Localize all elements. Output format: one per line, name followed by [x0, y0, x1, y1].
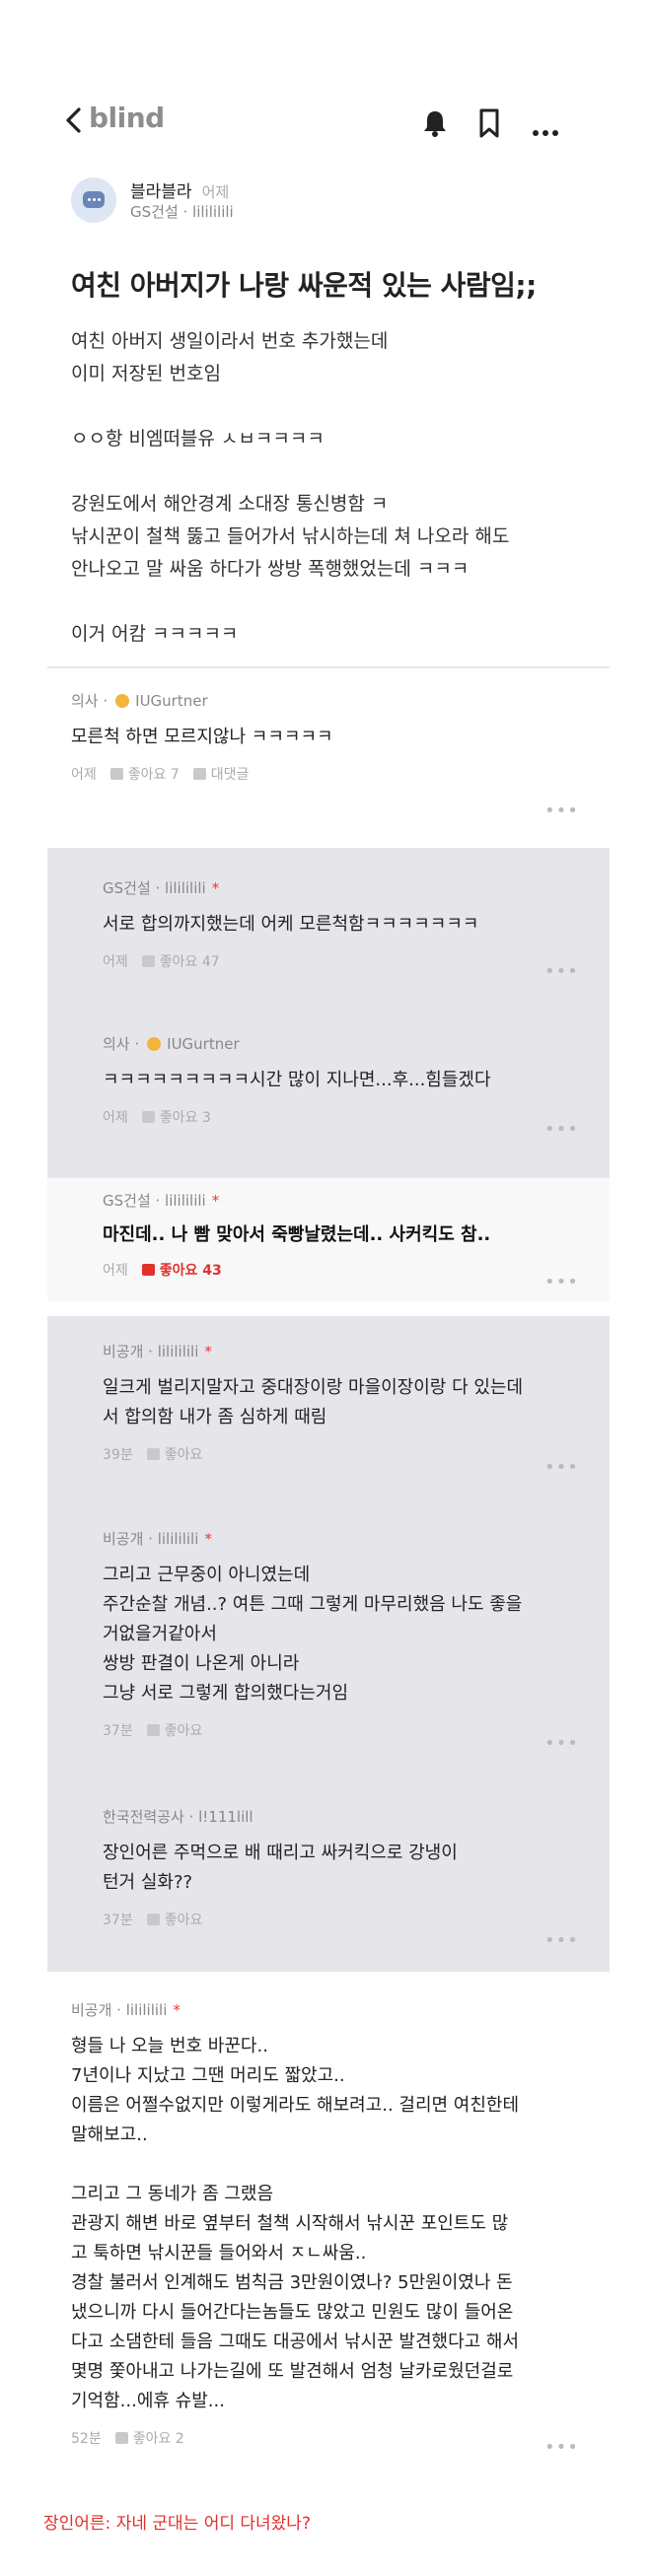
comment: 비공개 · lilililili * 형들 나 오늘 번호 바꾼다.. 7년이나 …	[71, 1999, 519, 2448]
more-options-icon[interactable]: •••	[544, 961, 579, 982]
thumbs-up-icon[interactable]	[141, 1111, 155, 1123]
comment-actions: 어제 좋아요 43	[103, 1263, 222, 1279]
reply-button[interactable]: 대댓글	[211, 767, 250, 783]
post-time: 어제	[201, 183, 230, 201]
comment-meta: 의사 · IUGurtner	[103, 1035, 240, 1053]
speech-bubble-icon	[83, 191, 105, 208]
divider	[47, 666, 610, 668]
comment-text: 그리고 근무중이 아니였는데 주간순찰 개념..? 여튼 그때 그렇게 마무리했…	[103, 1565, 523, 1704]
more-options-icon[interactable]: •••	[544, 1119, 579, 1140]
like-button[interactable]: 좋아요	[165, 1913, 203, 1928]
reply: 한국전력공사 · l!111lill 장인어른 주먹으로 배 때리고 싸커킥으로…	[103, 1806, 458, 1929]
thumbs-up-icon[interactable]	[146, 1448, 160, 1460]
more-options-icon[interactable]: •••	[544, 1457, 579, 1478]
reply: GS건설 · lilililili * 마진데.. 나 빰 맞아서 죽빵날렸는데.…	[103, 1190, 490, 1280]
comment-meta: GS건설 · lilililili *	[103, 1192, 220, 1210]
comment-meta: 한국전력공사 · l!111lill	[103, 1808, 253, 1826]
like-button[interactable]: 좋아요 43	[160, 1263, 222, 1279]
comment-meta: 비공개 · lilililili *	[103, 1343, 212, 1360]
comment-actions: 어제 좋아요 3	[103, 1110, 211, 1126]
verified-badge-icon	[115, 694, 130, 708]
like-button[interactable]: 좋아요 7	[128, 767, 180, 783]
like-button[interactable]: 좋아요	[165, 1447, 203, 1463]
more-options-icon[interactable]: •••	[544, 1930, 579, 1951]
avatar[interactable]	[71, 177, 116, 223]
author-company: GS건설 · lilililili	[130, 203, 234, 221]
comment-text: 장인어른 주먹으로 배 때리고 싸커킥으로 강냉이 턴거 실화??	[103, 1843, 458, 1893]
like-button[interactable]: 좋아요 2	[133, 2431, 184, 2447]
comment-meta: 의사 · IUGurtner	[71, 692, 208, 710]
bell-icon[interactable]	[419, 107, 451, 139]
reply-icon[interactable]	[192, 768, 206, 780]
thumbs-up-icon[interactable]	[141, 955, 155, 967]
comment-text: 마진데.. 나 빰 맞아서 죽빵날렸는데.. 사커킥도 참..	[103, 1224, 491, 1245]
comment-text: 일크게 벌리지말자고 중대장이랑 마을이장이랑 다 있는데 서 합의함 내가 좀…	[103, 1377, 524, 1427]
comment-actions: 37분 좋아요	[103, 1723, 203, 1739]
more-options-icon[interactable]: •••	[544, 801, 579, 821]
more-options-icon[interactable]: •••	[544, 1733, 579, 1754]
top-bar: blind	[0, 94, 651, 153]
bookmark-icon[interactable]	[475, 107, 503, 139]
post-title: 여친 아버지가 나랑 싸운적 있는 사람임;;	[71, 269, 537, 302]
post-body: 여친 아버지 생일이라서 번호 추가했는데 이미 저장된 번호임 ㅇㅇ항 비엠떠…	[71, 330, 510, 645]
thumbs-up-icon[interactable]	[109, 768, 123, 780]
reply: GS건설 · lilililili * 서로 합의까지했는데 어케 모른척함ㅋㅋㅋ…	[103, 877, 478, 971]
more-options-icon[interactable]	[533, 121, 562, 140]
like-button[interactable]: 좋아요 3	[160, 1110, 211, 1126]
comment-actions: 39분 좋아요	[103, 1447, 203, 1463]
thumbs-up-icon[interactable]	[146, 1914, 160, 1925]
comment-text: ㅋㅋㅋㅋㅋㅋㅋㅋㅋ시간 많이 지나면...후...힘들겠다	[103, 1070, 491, 1090]
comment-actions: 어제 좋아요 47	[103, 954, 220, 970]
app-logo[interactable]: blind	[89, 102, 165, 134]
comment-actions: 52분 좋아요 2	[71, 2431, 184, 2447]
more-options-icon[interactable]: •••	[544, 1272, 579, 1292]
comment-meta: GS건설 · lilililili *	[103, 879, 220, 897]
comment-text: 모른척 하면 모르지않나 ㅋㅋㅋㅋㅋ	[71, 727, 333, 747]
reply: 의사 · IUGurtner ㅋㅋㅋㅋㅋㅋㅋㅋㅋ시간 많이 지나면...후...힘…	[103, 1033, 491, 1127]
reply: 비공개 · lilililili * 그리고 근무중이 아니였는데 주간순찰 개념…	[103, 1528, 522, 1740]
comment: 의사 · IUGurtner 모른척 하면 모르지않나 ㅋㅋㅋㅋㅋ 어제 좋아요 7…	[71, 690, 333, 784]
comment-actions: 37분 좋아요	[103, 1913, 203, 1928]
more-options-icon[interactable]: •••	[544, 2437, 579, 2458]
like-button[interactable]: 좋아요 47	[160, 954, 220, 970]
comment-text: 서로 합의까지했는데 어케 모른척함ㅋㅋㅋㅋㅋㅋㅋ	[103, 914, 479, 935]
thumbs-up-icon[interactable]	[114, 2432, 128, 2444]
caption: 장인어른: 자네 군대는 어디 다녀왔나?	[43, 2514, 311, 2534]
comment-meta: 비공개 · lilililili *	[71, 2001, 181, 2019]
thumbs-up-icon[interactable]	[141, 1264, 155, 1276]
like-button[interactable]: 좋아요	[165, 1723, 203, 1739]
comment-text: 형들 나 오늘 번호 바꾼다.. 7년이나 지났고 그땐 머리도 짧았고.. 이…	[71, 2036, 520, 2411]
author-name[interactable]: 블라블라 어제	[130, 177, 229, 202]
comment-meta: 비공개 · lilililili *	[103, 1530, 212, 1548]
thumbs-up-icon[interactable]	[146, 1724, 160, 1736]
verified-badge-icon	[147, 1037, 162, 1051]
back-arrow-icon[interactable]	[61, 105, 87, 135]
comment-actions: 어제 좋아요 7 대댓글	[71, 767, 250, 783]
reply: 비공개 · lilililili * 일크게 벌리지말자고 중대장이랑 마을이장이…	[103, 1341, 523, 1464]
